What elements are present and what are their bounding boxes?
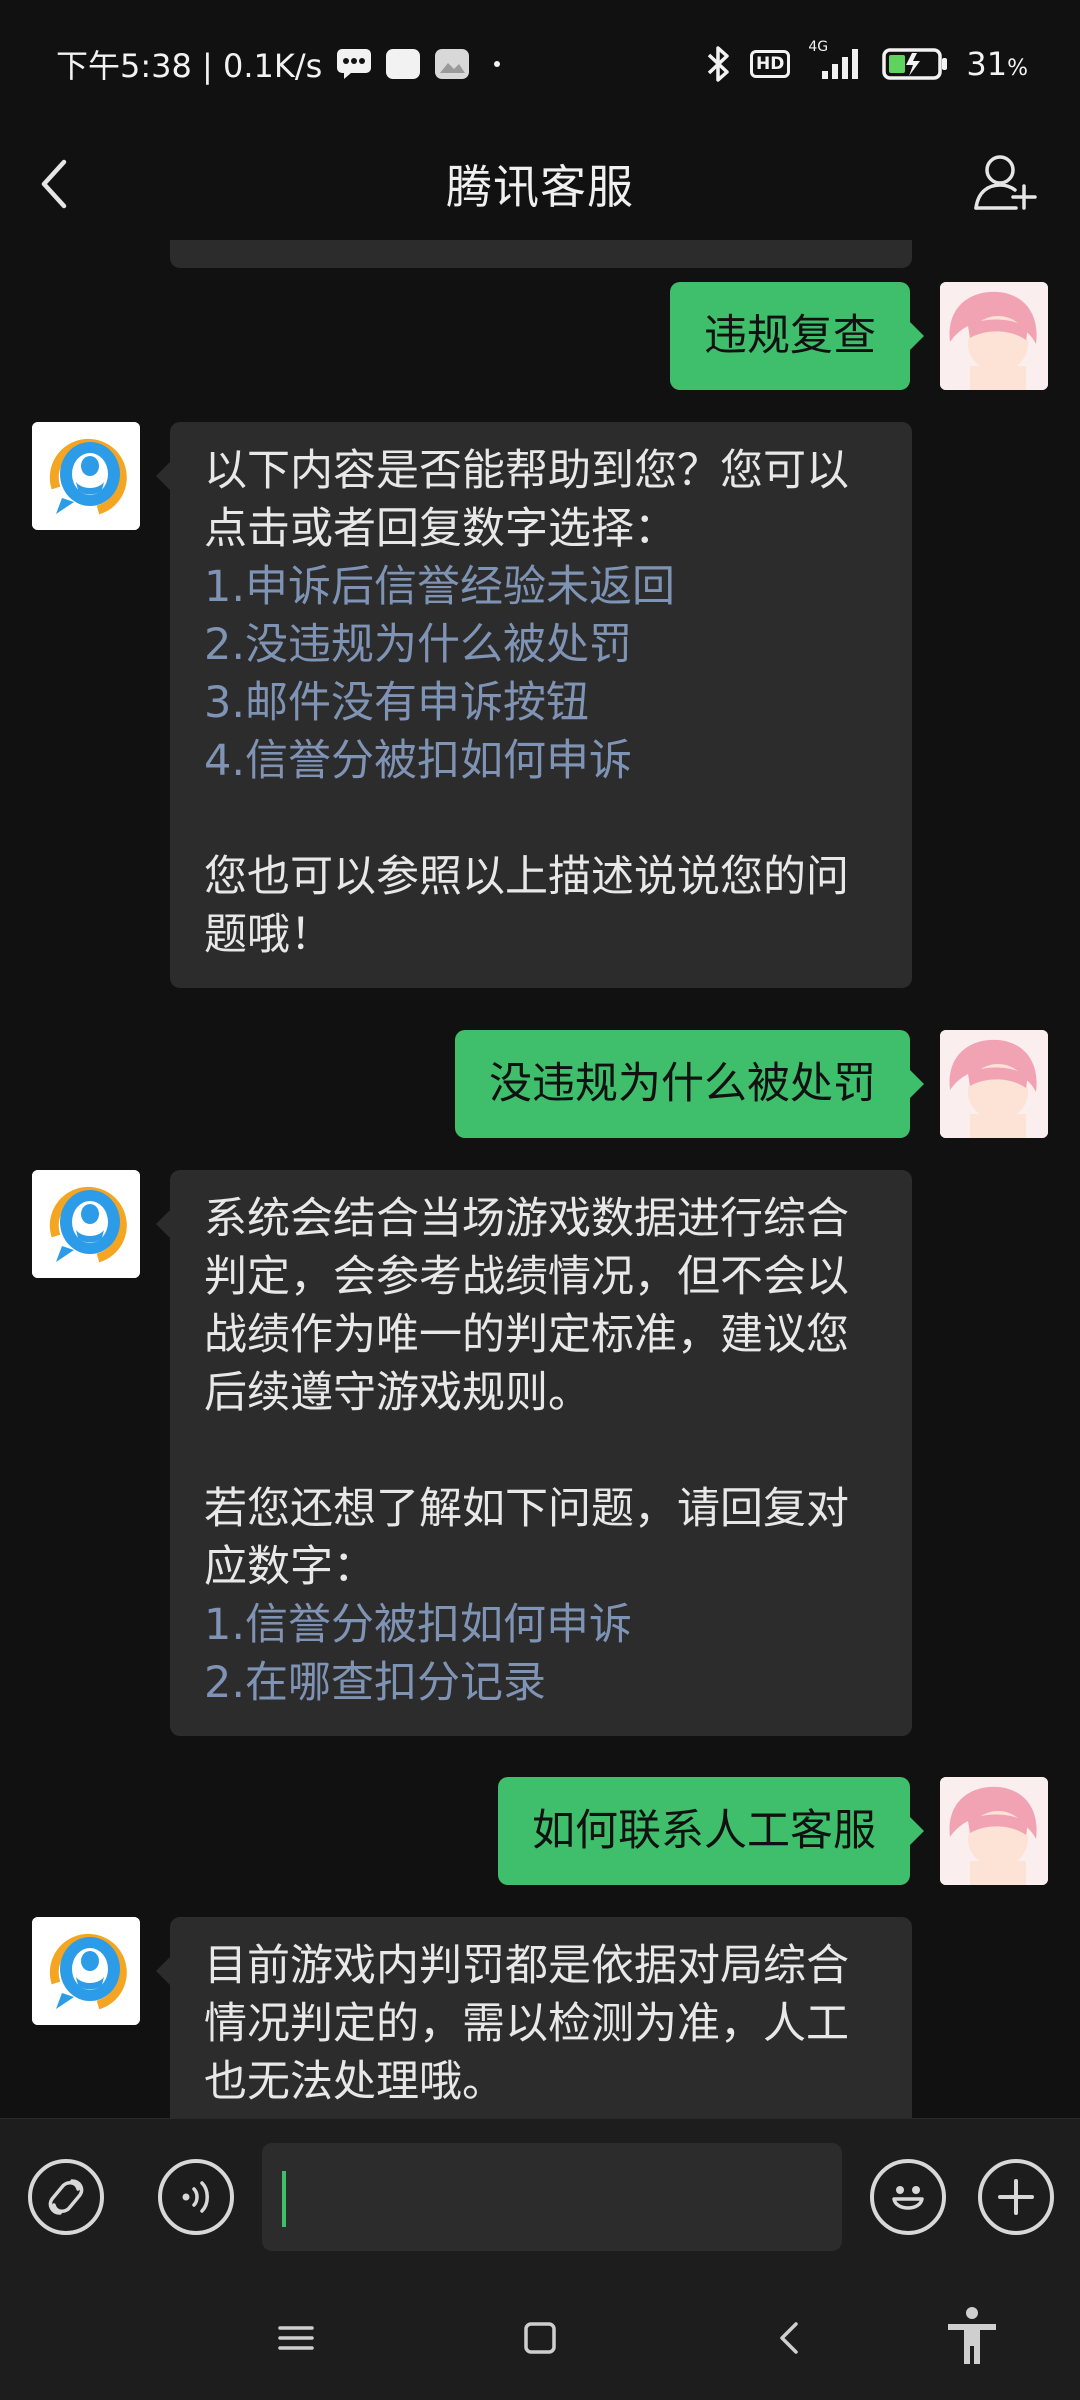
signal-icon: 4G	[808, 39, 864, 81]
message-text-line: 题哦！	[204, 910, 333, 960]
voice-icon	[182, 2181, 209, 2213]
back-arrow-icon	[41, 159, 67, 209]
hd-badge: HD	[750, 50, 791, 78]
chat-message-list[interactable]: 违规复查 以下内容是否能帮助到您？您可以 点击或者回复数字选择： 1.申诉后信誉…	[0, 240, 1080, 2118]
message-text-line: 也无法处理哦。	[204, 2057, 505, 2107]
text-cursor	[282, 2171, 286, 2227]
message-bubble[interactable]: 系统会结合当场游戏数据进行综合 判定，会参考战绩情况，但不会以 战绩作为唯一的判…	[156, 1170, 912, 1736]
message-text-line: 系统会结合当场游戏数据进行综合	[204, 1194, 849, 1244]
back-triangle-icon	[780, 2322, 798, 2354]
accessibility-button[interactable]	[940, 2304, 1004, 2368]
message-text: 如何联系人工客服	[532, 1806, 876, 1856]
add-friend-button[interactable]	[972, 148, 1040, 216]
message-text-line: 情况判定的，需以检测为准，人工	[204, 1999, 849, 2049]
quick-reply-option[interactable]: 4.信誉分被扣如何申诉	[204, 732, 878, 790]
message-bubble[interactable]: 违规复查	[670, 282, 924, 390]
message-row-outgoing: 违规复查	[0, 282, 1080, 390]
battery-icon	[882, 47, 948, 81]
my-avatar[interactable]	[940, 1777, 1048, 1885]
message-text-line: 若您还想了解如下问题，请回复对	[204, 1484, 849, 1534]
message-notification-icon	[336, 48, 372, 80]
message-bubble[interactable]: 目前游戏内判罚都是依据对局综合 情况判定的，需以检测为准，人工 也无法处理哦。	[156, 1917, 912, 2118]
status-bar: 下午5:38 | 0.1K/s HD 4G 31%	[0, 0, 1080, 128]
quick-reply-option[interactable]: 1.申诉后信誉经验未返回	[204, 558, 878, 616]
battery-level: 31%	[966, 45, 1028, 83]
message-text: 违规复查	[704, 311, 876, 361]
message-bubble[interactable]: 如何联系人工客服	[498, 1777, 924, 1885]
photo-notification-icon	[434, 48, 470, 80]
message-bubble[interactable]: 以下内容是否能帮助到您？您可以 点击或者回复数字选择： 1.申诉后信誉经验未返回…	[156, 422, 912, 988]
link-icon	[48, 2179, 84, 2215]
menu-icon	[278, 2326, 314, 2350]
quick-reply-option[interactable]: 2.没违规为什么被处罚	[204, 616, 878, 674]
message-row-outgoing: 没违规为什么被处罚	[0, 1030, 1080, 1138]
home-button[interactable]	[512, 2310, 568, 2366]
emoji-button[interactable]	[870, 2159, 946, 2235]
chat-input-bar	[0, 2118, 1080, 2278]
more-notifications-dot	[494, 61, 501, 67]
time-speed-text: 下午5:38 | 0.1K/s	[56, 47, 323, 85]
message-row-incoming: 系统会结合当场游戏数据进行综合 判定，会参考战绩情况，但不会以 战绩作为唯一的判…	[0, 1170, 1080, 1740]
message-text-line: 以下内容是否能帮助到您？您可以	[204, 446, 849, 496]
system-navigation-bar	[0, 2278, 1080, 2400]
message-text-line: 判定，会参考战绩情况，但不会以	[204, 1252, 849, 1302]
message-row-incoming: 目前游戏内判罚都是依据对局综合 情况判定的，需以检测为准，人工 也无法处理哦。	[0, 1917, 1080, 2118]
add-person-icon	[974, 155, 1037, 210]
my-avatar[interactable]	[940, 1030, 1048, 1138]
message-text-line: 目前游戏内判罚都是依据对局综合	[204, 1941, 849, 1991]
page-title: 腾讯客服	[446, 160, 634, 214]
message-text-line: 点击或者回复数字选择：	[204, 504, 677, 554]
quick-reply-option[interactable]: 2.在哪查扣分记录	[204, 1654, 878, 1712]
mini-program-button[interactable]	[28, 2159, 104, 2235]
message-text-line: 后续遵守游戏规则。	[204, 1368, 591, 1418]
voice-input-button[interactable]	[158, 2159, 234, 2235]
status-right: HD 4G 31%	[706, 39, 1028, 83]
plus-icon	[998, 2179, 1034, 2215]
quick-reply-option[interactable]: 1.信誉分被扣如何申诉	[204, 1596, 878, 1654]
service-avatar[interactable]	[32, 1170, 140, 1278]
message-bubble[interactable]: 没违规为什么被处罚	[455, 1030, 924, 1138]
status-left: 下午5:38 | 0.1K/s	[56, 41, 501, 87]
back-button[interactable]	[28, 156, 84, 212]
message-row-outgoing: 如何联系人工客服	[0, 1777, 1080, 1885]
more-functions-button[interactable]	[978, 2159, 1054, 2235]
service-avatar[interactable]	[32, 422, 140, 530]
message-text-line: 战绩作为唯一的判定标准，建议您	[204, 1310, 849, 1360]
chat-header: 腾讯客服	[0, 128, 1080, 240]
quick-reply-option[interactable]: 3.邮件没有申诉按钮	[204, 674, 878, 732]
bluetooth-icon	[706, 45, 732, 83]
message-text-line: 应数字：	[204, 1542, 376, 1592]
emoji-icon	[892, 2186, 924, 2210]
home-square-icon	[524, 2322, 556, 2354]
system-back-button[interactable]	[762, 2310, 818, 2366]
message-input[interactable]	[262, 2143, 842, 2251]
service-avatar[interactable]	[32, 1917, 140, 2025]
recent-apps-button[interactable]	[268, 2310, 324, 2366]
previous-message-bubble	[170, 240, 912, 268]
my-avatar[interactable]	[940, 282, 1048, 390]
network-type: 4G	[808, 39, 829, 55]
message-text: 没违规为什么被处罚	[489, 1059, 876, 1109]
app-notification-icon	[386, 49, 421, 79]
message-text-line: 您也可以参照以上描述说说您的问	[204, 852, 849, 902]
message-row-incoming: 以下内容是否能帮助到您？您可以 点击或者回复数字选择： 1.申诉后信誉经验未返回…	[0, 422, 1080, 992]
accessibility-icon	[948, 2307, 996, 2364]
